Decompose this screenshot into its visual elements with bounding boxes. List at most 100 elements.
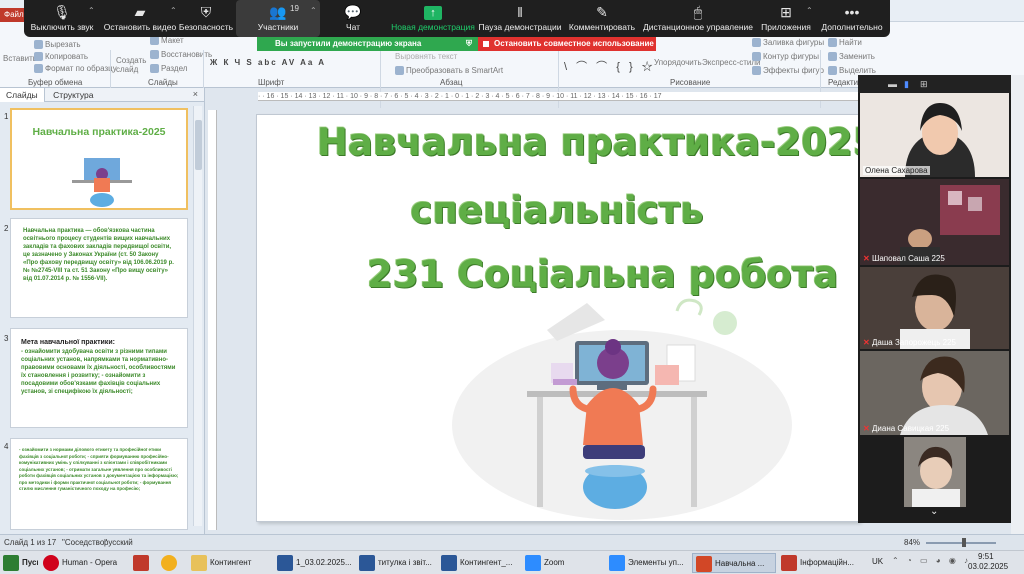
section-button[interactable]: Раздел [150, 64, 187, 74]
zoom-slider-thumb[interactable] [962, 538, 966, 547]
paste-button[interactable]: Вставить [3, 54, 37, 63]
slide-thumbnail-2[interactable]: Навчальна практика — обов'язкова частина… [10, 218, 188, 318]
chat-button[interactable]: 💬 Чат [338, 0, 368, 37]
video-tile[interactable]: ✕ Даша Запорожець 225 [860, 267, 1009, 349]
clock-date[interactable]: 03.02.2025 [968, 562, 1008, 571]
copy-icon [34, 52, 43, 62]
video-options-caret[interactable]: ⌃ [170, 6, 177, 15]
pdf-icon [781, 555, 797, 571]
slides-scrollbar[interactable] [193, 106, 202, 526]
new-slide-button[interactable]: Создать слайд [116, 56, 146, 74]
video-tile[interactable]: ✕ Шаповал Саша 225 [860, 179, 1009, 265]
taskbar-item[interactable]: Zoom [522, 553, 604, 573]
font-format-buttons[interactable]: Ж К Ч S abc AV Aa A [210, 58, 326, 67]
participant-video-feed [860, 93, 1009, 177]
muted-mic-icon: ✕ [863, 254, 870, 263]
share-status-banner: Вы запустили демонстрацию экрана ⛨ [257, 37, 478, 51]
clock-time[interactable]: 9:51 [978, 552, 994, 561]
taskbar-item[interactable]: Інформаційн... [778, 553, 860, 573]
taskbar-item[interactable]: Контингент [188, 553, 272, 573]
more-button[interactable]: ••• Дополнительно [820, 0, 884, 37]
participant-video-feed [860, 267, 1009, 349]
taskbar-item[interactable]: титулка і звіт... [356, 553, 436, 573]
stop-video-button[interactable]: ▰ Остановить видео [102, 0, 178, 37]
video-view-controls: ▬ ▮ ⊞ [858, 75, 1011, 93]
mute-button[interactable]: 🎙 Выключить звук [30, 0, 94, 37]
keyboard-language[interactable]: UK [872, 557, 883, 566]
editing-group-label: Редакти [828, 78, 859, 87]
close-icon[interactable]: × [193, 89, 198, 99]
drawing-group-label: Рисование [670, 78, 711, 87]
participants-options-caret[interactable]: ⌃ [310, 6, 317, 15]
taskbar-item[interactable]: Элементы уп... [606, 553, 690, 573]
smartart-button[interactable]: Преобразовать в SmartArt [395, 66, 503, 76]
zoom-icon [525, 555, 541, 571]
word-icon [359, 555, 375, 571]
fill-icon [752, 38, 761, 48]
copy-button[interactable]: Копировать [34, 52, 88, 62]
paragraph-group-label: Абзац [440, 78, 463, 87]
taskbar-item[interactable] [130, 553, 156, 573]
minimize-icon[interactable]: ▬ [888, 79, 897, 89]
annotate-button[interactable]: ✎ Комментировать [562, 0, 642, 37]
clipboard-group-label: Буфер обмена [28, 78, 83, 87]
replace-icon [828, 52, 837, 62]
zoom-slider[interactable] [926, 542, 996, 544]
layout-button[interactable]: Макет [150, 36, 184, 46]
new-share-button[interactable]: ↑ Новая демонстрация [388, 0, 478, 37]
apps-options-caret[interactable]: ⌃ [806, 6, 813, 15]
slides-group-label: Слайды [148, 78, 178, 87]
tray-icons[interactable]: ⌃ ◔ ▭ ◕ ◉ ♪ [892, 556, 971, 565]
taskbar-item[interactable]: Human - Opera [40, 553, 128, 573]
stop-share-button[interactable]: Остановить совместное использование [478, 37, 656, 51]
remote-control-button[interactable]: 🖱 Дистанционное управление [642, 0, 754, 37]
shape-fill-button[interactable]: Заливка фигуры [752, 38, 824, 48]
security-button[interactable]: ⛨ Безопасность [178, 0, 234, 37]
thumbnail-heading: Мета навчальної практики: [21, 339, 115, 346]
thumbnail-text: - ознайомити з нормами ділового етикету … [19, 447, 179, 491]
find-button[interactable]: Найти [828, 38, 862, 48]
slide-thumbnail-3[interactable]: Мета навчальної практики: - ознайомити з… [10, 328, 188, 428]
grid-view-icon[interactable]: ⊞ [920, 79, 928, 90]
mute-options-caret[interactable]: ⌃ [88, 6, 95, 15]
thumbnail-title: Навчальна практика-2025 [32, 126, 166, 138]
slide-canvas[interactable]: Навчальна практика-2025 спеціальність 23… [256, 114, 860, 522]
taskbar-item[interactable]: Навчальна ... [692, 553, 776, 573]
shield-icon: ⛨ [200, 4, 212, 20]
slide-thumbnail-4[interactable]: - ознайомити з нормами ділового етикету … [10, 438, 188, 530]
video-tile[interactable]: ⌄ [860, 437, 1009, 521]
taskbar-item[interactable]: 1_03.02.2025... [274, 553, 354, 573]
video-tile[interactable]: Олена Сахарова [860, 93, 1009, 177]
zoom-level[interactable]: 84% [904, 535, 920, 550]
chevron-down-icon[interactable]: ⌄ [930, 506, 938, 517]
tab-outline[interactable]: Структура [47, 88, 99, 102]
layout-icon [150, 36, 159, 46]
pause-share-button[interactable]: ‖ Пауза демонстрации [478, 0, 562, 37]
chat-icon: 💬 [344, 4, 362, 20]
speaker-view-icon[interactable]: ▮ [904, 79, 909, 90]
video-tile[interactable]: ✕ Диана Савицкая 225 [860, 351, 1009, 435]
app-icon [133, 555, 149, 571]
format-painter-button[interactable]: Формат по образцу [34, 64, 117, 74]
taskbar: Пуск Human - Opera Контингент 1_03.02.20… [0, 550, 1024, 574]
arrange-button[interactable]: Упорядочить [654, 58, 702, 67]
window-scrollbar[interactable] [1011, 75, 1024, 534]
shape-effects-button[interactable]: Эффекты фигур [752, 66, 824, 76]
taskbar-item[interactable]: Контингент_... [438, 553, 520, 573]
select-button[interactable]: Выделить [828, 66, 876, 76]
participant-name: Олена Сахарова [863, 166, 930, 175]
mic-icon: 🎙 [53, 4, 71, 20]
shapes-gallery[interactable]: \ ⌒ ⌒ { } ☆ [564, 58, 656, 74]
font-group-label: Шрифт [258, 78, 285, 87]
taskbar-item[interactable] [158, 553, 184, 573]
start-button[interactable]: Пуск [0, 553, 38, 573]
tab-slides[interactable]: Слайды [0, 88, 45, 102]
shape-outline-button[interactable]: Контур фигуры [752, 52, 819, 62]
participants-button[interactable]: 👥 Участники [236, 0, 320, 37]
cut-button[interactable]: Вырезать [34, 40, 81, 50]
align-text-button[interactable]: Выровнять текст [395, 52, 457, 61]
language-indicator[interactable]: русский [104, 535, 133, 550]
slide-thumbnail-1[interactable]: Навчальна практика-2025 [10, 108, 188, 210]
slide-number: 4 [4, 442, 9, 451]
replace-button[interactable]: Заменить [828, 52, 875, 62]
